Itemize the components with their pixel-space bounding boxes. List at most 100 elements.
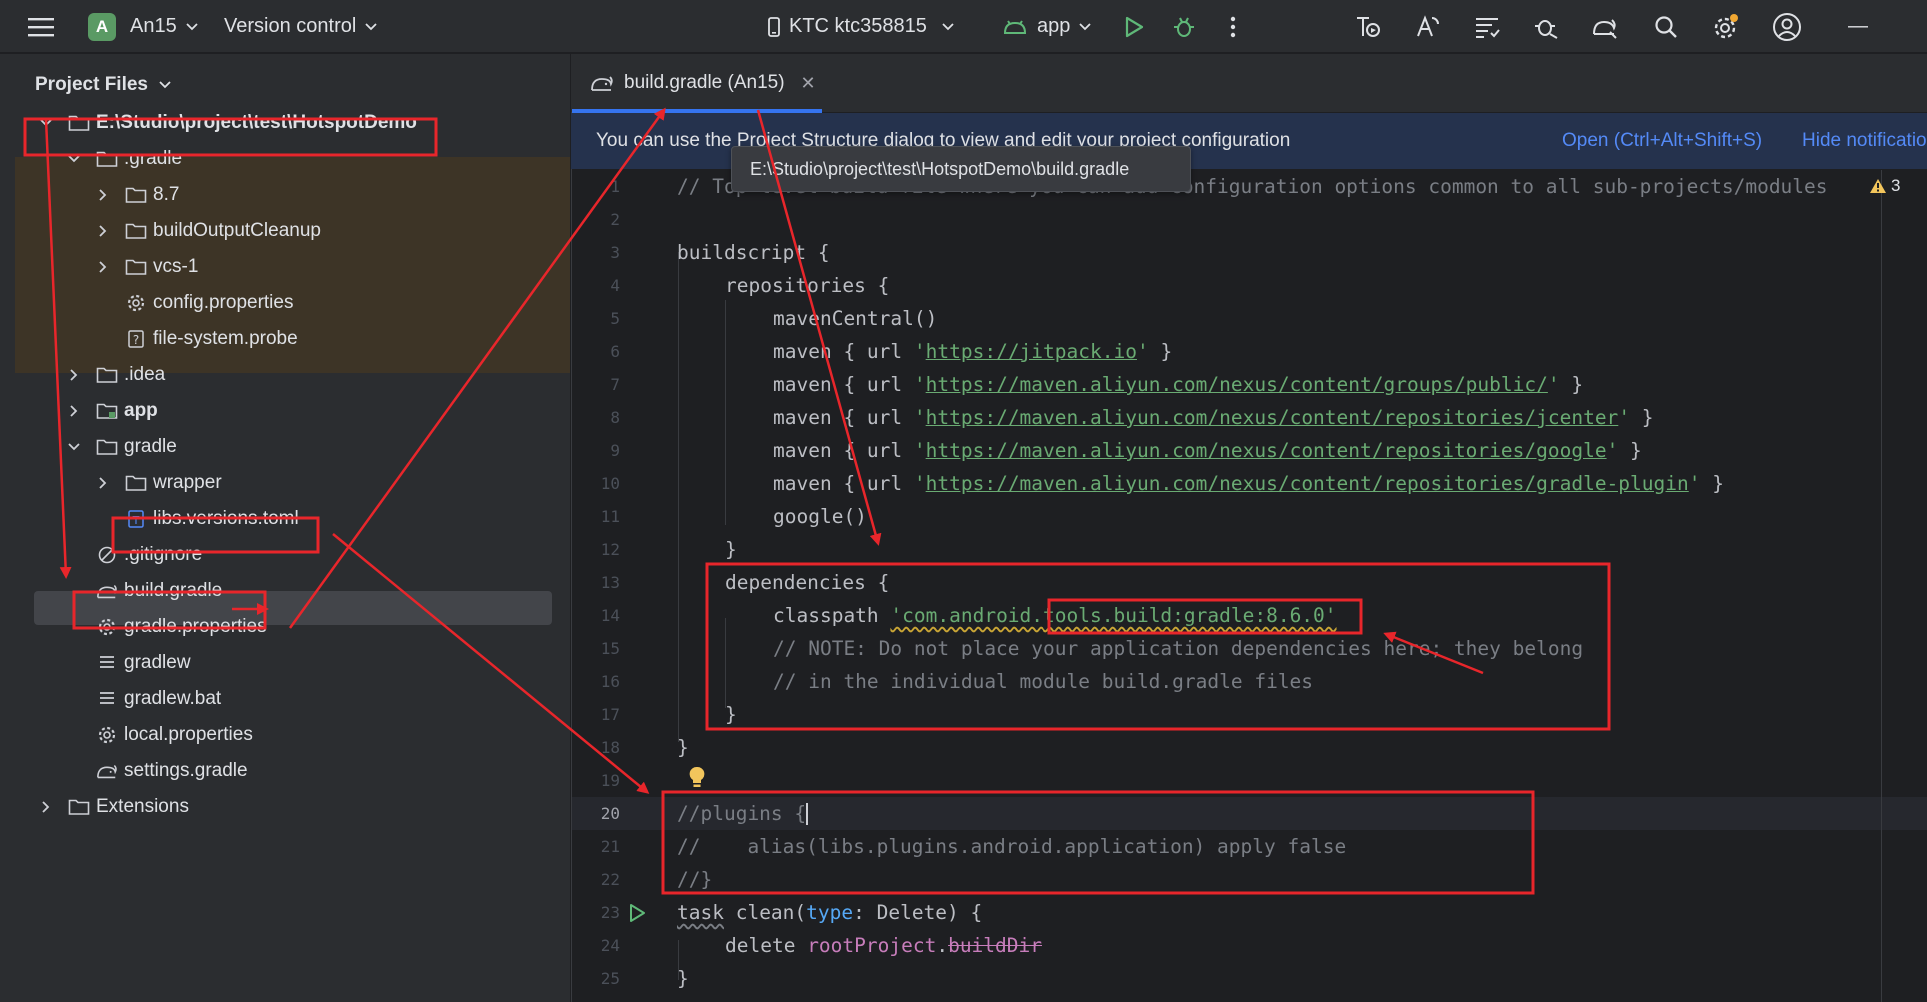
window-minimize-button[interactable]: — [1848,0,1868,53]
tree-item[interactable]: settings.gradle [96,753,248,789]
tree-item[interactable]: buildOutputCleanup [99,213,321,249]
lightbulb-icon[interactable] [688,765,706,789]
chevron-down-icon[interactable] [66,151,82,167]
version-control-menu[interactable]: Version control [224,0,378,53]
url-link[interactable]: https://jitpack.io [926,340,1137,363]
code-token: ' [913,439,926,462]
tree-item[interactable]: gradle [68,429,177,465]
project-panel-title[interactable]: Project Files [35,74,172,96]
tree-item-label: .gitignore [124,544,203,565]
chevron-right-icon[interactable] [66,367,82,383]
tree-item-label: 8.7 [153,184,180,205]
gear-icon [1714,13,1738,38]
tree-item[interactable]: wrapper [99,465,222,501]
code-token: ' [913,406,926,429]
project-name: An15 [130,15,177,37]
tree-item-label: wrapper [153,472,222,493]
debug-attach-button[interactable] [1532,0,1560,53]
folder-icon [96,364,118,386]
hide-notification-link[interactable]: Hide notification [1802,130,1927,152]
code-token: } [1630,406,1654,429]
chevron-down-icon[interactable] [66,439,82,455]
code-token: ' [913,373,926,396]
chevron-down-icon [1079,22,1092,30]
tree-item[interactable]: .gitignore [96,537,202,573]
device-selector[interactable]: KTC ktc358815 [767,0,955,53]
run-config-selector[interactable]: app [1003,0,1092,53]
open-project-structure-link[interactable]: Open (Ctrl+Alt+Shift+S) [1562,130,1762,152]
tree-item[interactable]: gradlew.bat [96,681,221,717]
url-link[interactable]: https://maven.aliyun.com/nexus/content/r… [926,406,1619,429]
code-token: maven { url [773,373,914,396]
chevron-right-icon[interactable] [95,475,111,491]
line-number: 11 [600,507,620,526]
url-link[interactable]: https://maven.aliyun.com/nexus/content/g… [926,373,1548,396]
tree-item[interactable]: E:\Studio\project\test\HotspotDemo [40,105,417,141]
close-icon[interactable]: ✕ [801,73,816,94]
profiler-button[interactable] [1354,0,1382,53]
code-token: maven { url [773,406,914,429]
search-button[interactable] [1654,0,1678,53]
main-menu-button[interactable] [28,0,54,53]
translate-icon [1417,14,1439,36]
tree-item[interactable]: config.properties [125,285,293,321]
run-config-label: app [1037,15,1071,37]
url-link[interactable]: https://maven.aliyun.com/nexus/content/r… [926,472,1689,495]
line-number: 4 [610,276,620,295]
code-token: task [677,901,724,924]
code-line-10: maven { url ' https://maven.aliyun.com/ne… [773,467,1724,500]
tree-item[interactable]: app [70,393,158,429]
tree-item-label: gradlew.bat [124,688,222,709]
account-button[interactable] [1772,0,1802,53]
tree-item[interactable]: gradlew [96,645,191,681]
tree-item[interactable]: .gradle [68,141,182,177]
code-token: //plugins { [677,802,807,825]
chevron-right-icon[interactable] [95,187,111,203]
chevron-right-icon[interactable] [95,259,111,275]
debug-button[interactable] [1172,0,1196,53]
tree-item-label: gradle [124,436,177,457]
line-number: 12 [600,540,620,559]
project-badge: A [88,12,116,41]
tree-item[interactable]: gradle.properties [96,609,267,645]
code-token: ' [1688,472,1701,495]
chevron-right-icon[interactable] [66,403,82,419]
settings-button[interactable] [1712,0,1740,53]
tree-item[interactable]: .idea [70,357,165,393]
run-button[interactable] [1124,0,1144,53]
translate-button[interactable] [1414,0,1442,53]
code-token: ' [1136,340,1149,363]
url-link[interactable]: https://maven.aliyun.com/nexus/content/r… [926,439,1607,462]
tree-item[interactable]: ? file-system.probe [125,321,298,357]
logcat-button[interactable] [1474,0,1500,53]
chevron-down-icon [942,22,954,30]
code-line-25: } [677,967,689,990]
warnings-indicator[interactable]: 3 [1869,176,1900,196]
project-selector[interactable]: A An15 [88,0,199,53]
code-line-6: maven { url ' https://jitpack.io ' } [773,335,1172,368]
tab-build-gradle[interactable]: build.gradle (An15) ✕ [572,54,822,112]
editor-right-margin [1881,170,1882,1002]
tree-item[interactable]: vcs-1 [99,249,198,285]
dependency-string: 'com.android. [890,604,1044,627]
folder-icon [125,184,147,206]
run-gutter-icon[interactable] [628,903,646,923]
warning-count: 3 [1891,176,1901,195]
chevron-down-icon[interactable] [38,115,54,131]
more-actions-button[interactable] [1230,0,1236,53]
tree-item[interactable]: Extensions [42,789,189,825]
indent-guide [725,300,726,525]
tree-item[interactable]: local.properties [96,717,253,753]
chevron-right-icon[interactable] [38,799,54,815]
tree-item[interactable]: build.gradle [96,573,222,609]
line-number: 24 [600,936,620,955]
gradle-sync-button[interactable] [1590,0,1620,53]
tree-item[interactable]: Tlibs.versions.toml [125,501,299,537]
tree-item[interactable]: 8.7 [99,177,180,213]
chevron-right-icon[interactable] [95,223,111,239]
indent-guide [725,618,726,708]
code-token: clean( [723,901,807,924]
tree-item-label: Extensions [96,796,189,817]
folder-icon [125,220,147,242]
line-number: 9 [610,441,620,460]
